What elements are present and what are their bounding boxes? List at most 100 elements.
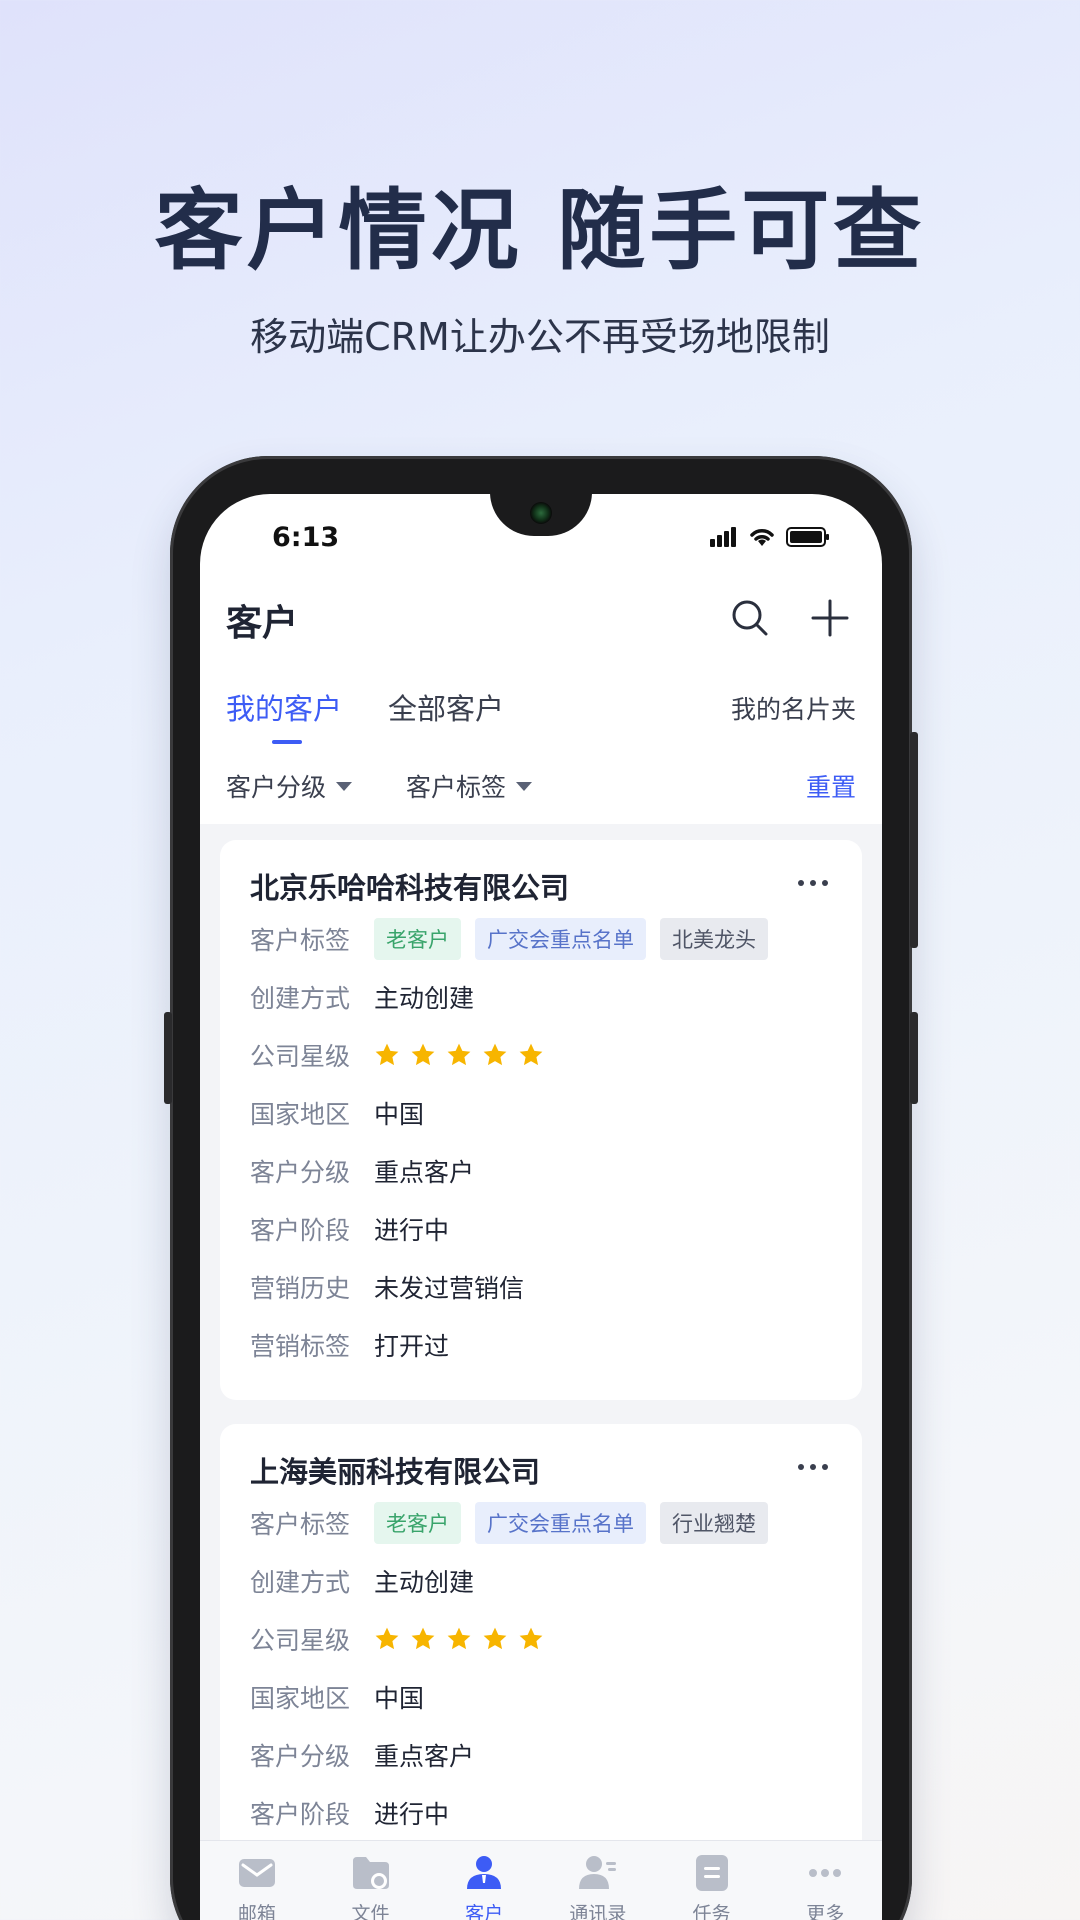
field-value: 未发过营销信 xyxy=(374,1274,525,1303)
headline: 客户情况 随手可查 xyxy=(154,179,926,282)
row-tags: 客户标签 老客户 广交会重点名单 行业翘楚 xyxy=(250,1494,832,1552)
star-icon xyxy=(519,1627,543,1650)
tabbar-item-contacts[interactable]: 通讯录 xyxy=(541,1841,655,1920)
subline: 移动端CRM让办公不再受场地限制 xyxy=(250,315,830,359)
company-name: 北京乐哈哈科技有限公司 xyxy=(250,871,570,905)
field-value: 进行中 xyxy=(374,1800,450,1829)
field-label: 公司星级 xyxy=(250,1042,351,1071)
active-tab-indicator xyxy=(272,740,302,744)
tabbar-item-tasks[interactable]: 任务 xyxy=(655,1841,769,1920)
bottom-tab-bar: 邮箱 文件 客户 通讯录 任务 更多 xyxy=(200,1840,882,1920)
tabbar-item-mail[interactable]: 邮箱 xyxy=(200,1841,314,1920)
contacts-icon xyxy=(578,1856,616,1889)
row-stage: 客户阶段 进行中 xyxy=(250,1200,832,1258)
business-card-folder-link[interactable]: 我的名片夹 xyxy=(731,690,856,726)
star-icon xyxy=(411,1627,435,1650)
tag-badge: 行业翘楚 xyxy=(660,1502,768,1544)
field-label: 创建方式 xyxy=(250,984,351,1013)
mail-icon xyxy=(238,1859,275,1887)
field-label: 客户标签 xyxy=(250,926,351,955)
tabbar-item-files[interactable]: 文件 xyxy=(314,1841,428,1920)
tabbar-label: 通讯录 xyxy=(569,1903,627,1920)
field-value: 重点客户 xyxy=(374,1742,475,1771)
row-grade: 客户分级 重点客户 xyxy=(250,1142,832,1200)
tag-badge: 老客户 xyxy=(374,918,461,960)
star-icon xyxy=(447,1627,471,1650)
more-icon xyxy=(809,1869,842,1877)
tabbar-item-customers[interactable]: 客户 xyxy=(427,1841,541,1920)
caret-down-icon xyxy=(336,781,353,791)
tabbar-label: 客户 xyxy=(465,1903,504,1920)
field-value: 进行中 xyxy=(374,1216,450,1245)
folder-icon xyxy=(352,1857,389,1889)
star-icon xyxy=(375,1627,399,1650)
more-options-icon[interactable] xyxy=(798,880,828,886)
filter-customer-tag[interactable]: 客户标签 xyxy=(406,768,533,804)
row-stars: 公司星级 xyxy=(250,1026,832,1084)
star-icon xyxy=(375,1043,399,1066)
tabbar-label: 文件 xyxy=(351,1903,390,1920)
tabbar-item-more[interactable]: 更多 xyxy=(768,1841,882,1920)
field-value: 主动创建 xyxy=(374,1568,475,1597)
tag-badge: 广交会重点名单 xyxy=(475,918,646,960)
field-value: 中国 xyxy=(374,1100,425,1129)
star-icon xyxy=(483,1627,507,1650)
status-time: 6:13 xyxy=(272,522,340,553)
volume-button xyxy=(910,732,918,948)
company-name: 上海美丽科技有限公司 xyxy=(250,1455,541,1489)
tabbar-label: 任务 xyxy=(692,1903,731,1920)
field-label: 客户分级 xyxy=(250,1742,351,1771)
filter-customer-grade[interactable]: 客户分级 xyxy=(226,768,353,804)
field-value: 中国 xyxy=(374,1684,425,1713)
customer-card[interactable]: 北京乐哈哈科技有限公司 客户标签 老客户 广交会重点名单 北美龙头 创建方式 主… xyxy=(220,840,862,1400)
page-title: 客户 xyxy=(226,603,299,644)
filter-label: 客户标签 xyxy=(406,773,507,802)
field-value: 主动创建 xyxy=(374,984,475,1013)
filter-bar: 客户分级 客户标签 xyxy=(226,768,533,804)
customer-list: 北京乐哈哈科技有限公司 客户标签 老客户 广交会重点名单 北美龙头 创建方式 主… xyxy=(200,824,882,1920)
tabbar-label: 更多 xyxy=(806,1903,845,1920)
search-icon[interactable] xyxy=(730,598,770,638)
tag-badge: 老客户 xyxy=(374,1502,461,1544)
add-icon[interactable] xyxy=(810,598,850,638)
row-create: 创建方式 主动创建 xyxy=(250,968,832,1026)
row-create: 创建方式 主动创建 xyxy=(250,1552,832,1610)
signal-icon xyxy=(710,527,738,547)
side-button xyxy=(164,1012,172,1104)
phone-screen: 6:13 客户 我的客户 全部客户 我的名片夹 客户分级 客户标签 重置 北京乐… xyxy=(200,494,882,1920)
star-icon xyxy=(447,1043,471,1066)
customer-icon xyxy=(467,1856,502,1889)
row-grade: 客户分级 重点客户 xyxy=(250,1726,832,1784)
caret-down-icon xyxy=(516,781,533,791)
task-icon xyxy=(695,1855,728,1891)
field-label: 国家地区 xyxy=(250,1100,351,1129)
star-icon xyxy=(411,1043,435,1066)
tab-all-customers[interactable]: 全部客户 xyxy=(388,686,504,728)
battery-icon xyxy=(786,527,829,547)
tabbar-label: 邮箱 xyxy=(237,1903,276,1920)
row-tags: 客户标签 老客户 广交会重点名单 北美龙头 xyxy=(250,910,832,968)
tab-my-customers[interactable]: 我的客户 xyxy=(226,686,342,728)
field-label: 客户阶段 xyxy=(250,1800,351,1829)
field-label: 公司星级 xyxy=(250,1626,351,1655)
field-value: 打开过 xyxy=(374,1332,450,1361)
field-label: 客户分级 xyxy=(250,1158,351,1187)
star-icon xyxy=(519,1043,543,1066)
field-label: 创建方式 xyxy=(250,1568,351,1597)
more-options-icon[interactable] xyxy=(798,1464,828,1470)
row-stars: 公司星级 xyxy=(250,1610,832,1668)
field-label: 客户标签 xyxy=(250,1510,351,1539)
row-country: 国家地区 中国 xyxy=(250,1668,832,1726)
row-stage: 客户阶段 进行中 xyxy=(250,1784,832,1842)
star-rating xyxy=(374,1042,544,1068)
field-label: 客户阶段 xyxy=(250,1216,351,1245)
reset-button[interactable]: 重置 xyxy=(806,768,856,804)
star-icon xyxy=(483,1043,507,1066)
row-history: 营销历史 未发过营销信 xyxy=(250,1258,832,1316)
status-icons xyxy=(710,526,830,548)
camera-notch xyxy=(490,494,592,536)
field-label: 国家地区 xyxy=(250,1684,351,1713)
field-label: 营销标签 xyxy=(250,1332,351,1361)
filter-label: 客户分级 xyxy=(226,773,327,802)
wifi-icon xyxy=(750,529,774,546)
